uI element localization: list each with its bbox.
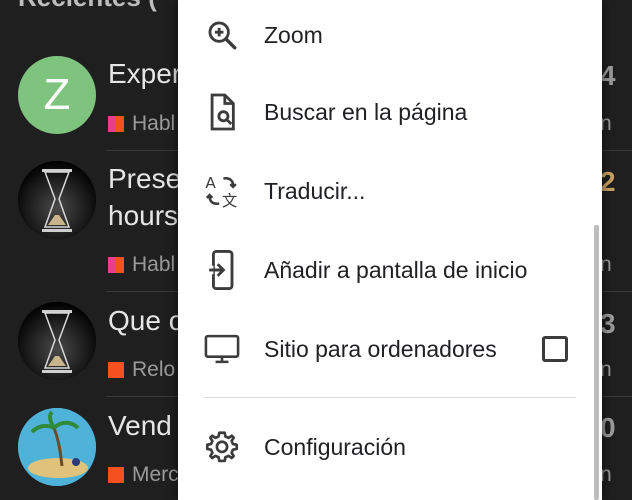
find-in-page-icon <box>204 93 240 131</box>
reply-count: 4 <box>600 60 616 91</box>
menu-label: Sitio para ordenadores <box>264 335 497 362</box>
reply-count: 3 <box>600 308 616 339</box>
menu-item-settings[interactable]: Configuración <box>178 412 602 482</box>
svg-text:文: 文 <box>222 192 237 210</box>
menu-label: Traducir... <box>264 177 366 204</box>
menu-item-translate[interactable]: A文 Traducir... <box>178 156 602 226</box>
add-to-home-screen-icon <box>204 250 240 290</box>
menu-item-add-to-home-screen[interactable]: Añadir a pantalla de inicio <box>178 235 602 305</box>
menu-item-find-in-page[interactable]: Buscar en la página <box>178 77 602 147</box>
topic-title[interactable]: Exper <box>108 58 181 90</box>
avatar <box>18 302 96 380</box>
menu-item-desktop-site[interactable]: Sitio para ordenadores <box>178 314 602 384</box>
category-label: Habl <box>132 112 176 135</box>
overflow-menu: Zoom Buscar en la página A文 Traducir... … <box>178 0 602 500</box>
hourglass-icon <box>18 302 96 380</box>
topic-title[interactable]: Vend <box>108 410 172 442</box>
island-icon <box>18 408 96 486</box>
category-color-icon <box>108 257 124 273</box>
category-label: Relo <box>132 358 176 381</box>
gear-icon <box>204 429 240 465</box>
desktop-site-checkbox[interactable] <box>542 336 568 362</box>
topic-category: Merc <box>108 463 179 487</box>
desktop-icon <box>204 331 240 367</box>
menu-label: Añadir a pantalla de inicio <box>264 256 528 283</box>
menu-item-zoom[interactable]: Zoom <box>178 0 602 70</box>
menu-label: Configuración <box>264 433 406 460</box>
background-header: Recientes ( <box>18 0 157 13</box>
hourglass-icon <box>18 161 96 239</box>
svg-text:A: A <box>205 174 216 192</box>
menu-label: Zoom <box>264 21 323 48</box>
menu-scrollbar[interactable] <box>594 225 599 500</box>
menu-label: Buscar en la página <box>264 98 468 125</box>
zoom-in-icon <box>204 17 240 53</box>
topic-category: Habl <box>108 112 175 136</box>
reply-count: 0 <box>600 412 616 443</box>
category-color-icon <box>108 116 124 132</box>
reply-count: 2 <box>600 166 616 197</box>
topic-title[interactable]: Prese <box>108 163 181 195</box>
avatar-letter: Z <box>43 70 71 119</box>
topic-category: Relo <box>108 358 175 382</box>
avatar <box>18 161 96 239</box>
topic-title-line2[interactable]: hours <box>108 200 178 232</box>
category-color-icon <box>108 467 124 483</box>
category-label: Habl <box>132 253 176 276</box>
category-color-icon <box>108 362 124 378</box>
category-label: Merc <box>132 463 179 486</box>
translate-icon: A文 <box>204 173 240 210</box>
menu-divider <box>204 397 576 398</box>
avatar: Z <box>18 56 96 134</box>
topic-title[interactable]: Que c <box>108 305 183 337</box>
avatar <box>18 408 96 486</box>
topic-category: Habl <box>108 253 175 277</box>
